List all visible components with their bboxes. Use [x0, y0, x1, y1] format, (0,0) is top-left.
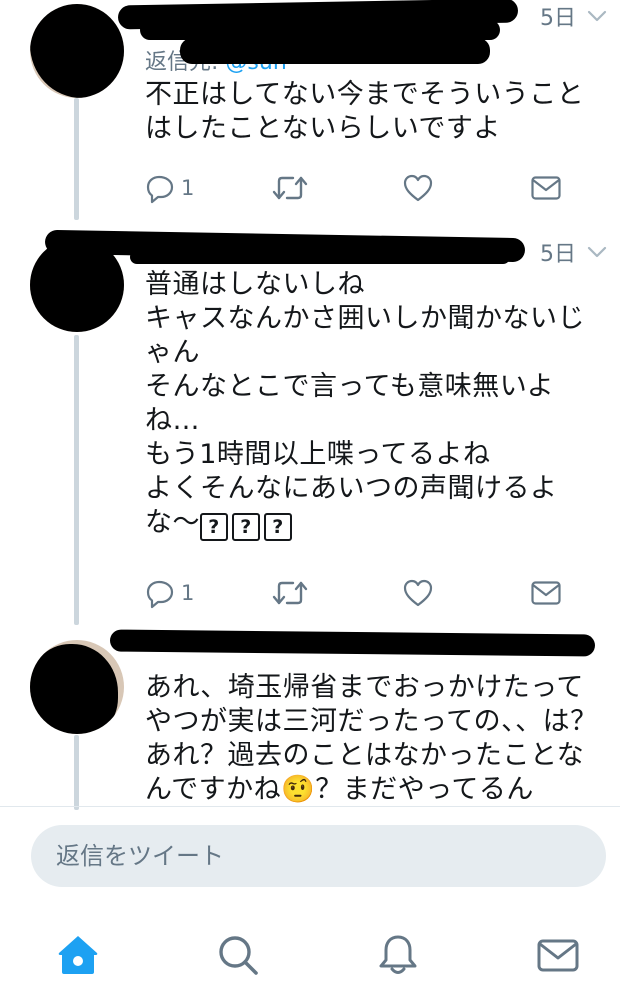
home-icon[interactable]: [54, 931, 102, 979]
unknown-glyph: ?: [264, 513, 292, 541]
reply-count: 1: [181, 176, 195, 200]
redacted-username: [130, 250, 510, 264]
chevron-down-icon[interactable]: [586, 241, 608, 263]
tweet-text-line: よくそんなにあいつの声聞けるよな〜???: [145, 472, 600, 541]
avatar[interactable]: [30, 640, 124, 734]
tweet-text: 不正はしてない今までそういうことはしたことないらしいですよ: [145, 79, 585, 144]
divider: [0, 806, 620, 807]
tweet-actions: 1: [145, 170, 575, 206]
envelope-icon: [531, 581, 561, 605]
tweet-text-line: 普通はしないしね: [145, 269, 365, 300]
retweet-icon: [272, 581, 308, 605]
avatar[interactable]: [30, 4, 124, 98]
redacted-username: [140, 20, 500, 40]
redacted-username: [109, 629, 596, 657]
tweet-timestamp: 5日: [540, 6, 576, 31]
tab-bar: [0, 905, 620, 1003]
tweet-text-line: もう1時間以上喋ってるよね: [145, 439, 491, 470]
retweet-icon: [272, 176, 308, 200]
search-icon[interactable]: [214, 931, 262, 979]
tweet-timestamp: 5日: [540, 242, 576, 267]
reply-input[interactable]: 返信をツイート: [31, 825, 606, 887]
redacted-handle: [180, 38, 490, 64]
envelope-icon: [531, 176, 561, 200]
retweet-button[interactable]: [271, 575, 309, 611]
like-button[interactable]: [402, 575, 434, 611]
tweet-text: 普通はしないしね キャスなんかさ囲いしか聞かないじゃん そんなとこで言っても意味無い…: [145, 268, 600, 541]
reply-button[interactable]: 1: [145, 170, 194, 206]
heart-icon: [403, 579, 433, 607]
unknown-glyph: ?: [200, 513, 228, 541]
reply-button[interactable]: 1: [145, 575, 194, 611]
reply-icon: [146, 175, 174, 204]
thread-line: [74, 98, 79, 220]
retweet-button[interactable]: [271, 170, 309, 206]
tweet-text-line: キャスなんかさ囲いしか聞かないじゃん: [145, 303, 585, 368]
tweet-actions: 1: [145, 575, 575, 611]
heart-icon: [403, 174, 433, 202]
messages-icon[interactable]: [534, 931, 582, 979]
reply-count: 1: [181, 581, 195, 605]
notifications-icon[interactable]: [374, 931, 422, 979]
reply-icon: [146, 580, 174, 609]
chevron-down-icon[interactable]: [586, 5, 608, 27]
thread-line: [74, 735, 79, 810]
thread-line: [74, 335, 79, 625]
tweet-text-line: そんなとこで言っても意味無いよね…: [145, 371, 555, 436]
tweet-text: あれ、埼玉帰省までおっかけたってやつが実は三河だったっての、、は？あれ？過去のこ…: [145, 672, 598, 805]
like-button[interactable]: [402, 170, 434, 206]
unknown-glyph: ?: [232, 513, 260, 541]
share-button[interactable]: [530, 170, 562, 206]
share-button[interactable]: [530, 575, 562, 611]
